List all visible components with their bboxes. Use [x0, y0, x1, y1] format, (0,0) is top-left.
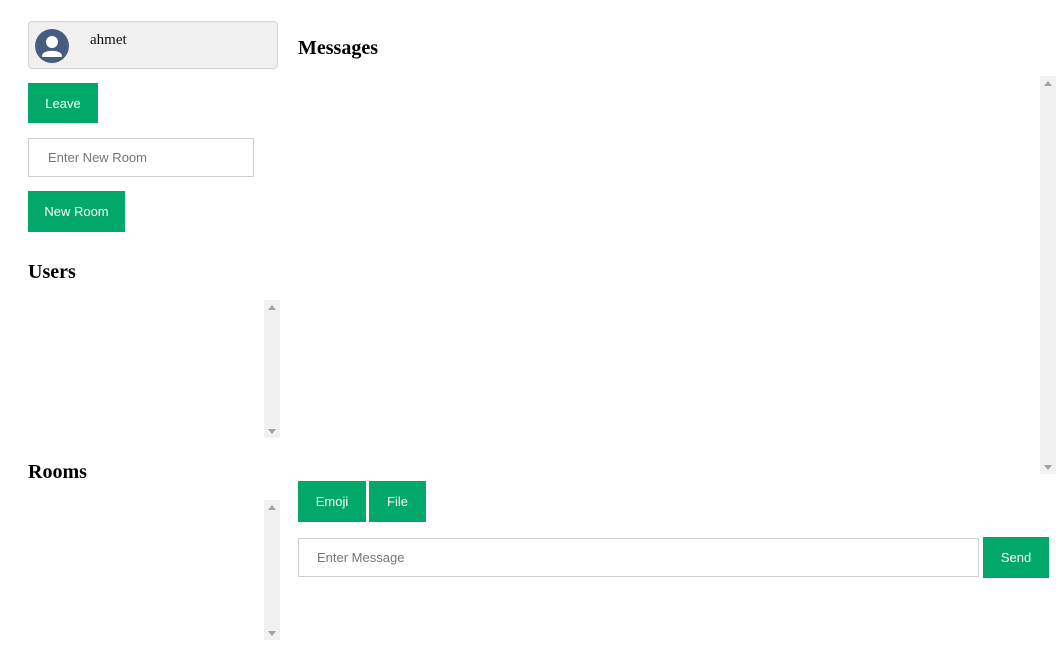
- scroll-down-arrow-icon[interactable]: [1040, 460, 1056, 474]
- users-heading: Users: [28, 261, 76, 283]
- leave-button[interactable]: Leave: [28, 83, 98, 123]
- scroll-up-arrow-icon[interactable]: [264, 300, 280, 314]
- messages-area: [298, 76, 1056, 474]
- scroll-down-arrow-icon[interactable]: [264, 626, 280, 640]
- scroll-down-arrow-icon[interactable]: [264, 424, 280, 438]
- message-input[interactable]: [298, 538, 979, 577]
- new-room-input[interactable]: [28, 138, 254, 177]
- rooms-heading: Rooms: [28, 461, 87, 483]
- users-list-scrollbar[interactable]: [264, 300, 280, 438]
- user-avatar-icon: [35, 29, 69, 63]
- new-room-button[interactable]: New Room: [28, 191, 125, 232]
- rooms-list-scrollbar[interactable]: [264, 500, 280, 640]
- rooms-list: [28, 500, 280, 640]
- send-button[interactable]: Send: [983, 537, 1049, 578]
- scroll-up-arrow-icon[interactable]: [264, 500, 280, 514]
- scroll-up-arrow-icon[interactable]: [1040, 76, 1056, 90]
- emoji-button[interactable]: Emoji: [298, 481, 366, 522]
- messages-heading: Messages: [298, 37, 378, 59]
- user-card: ahmet: [28, 21, 278, 69]
- file-button[interactable]: File: [369, 481, 426, 522]
- username-label: ahmet: [90, 32, 127, 48]
- users-list: [28, 300, 280, 438]
- messages-scrollbar[interactable]: [1040, 76, 1056, 474]
